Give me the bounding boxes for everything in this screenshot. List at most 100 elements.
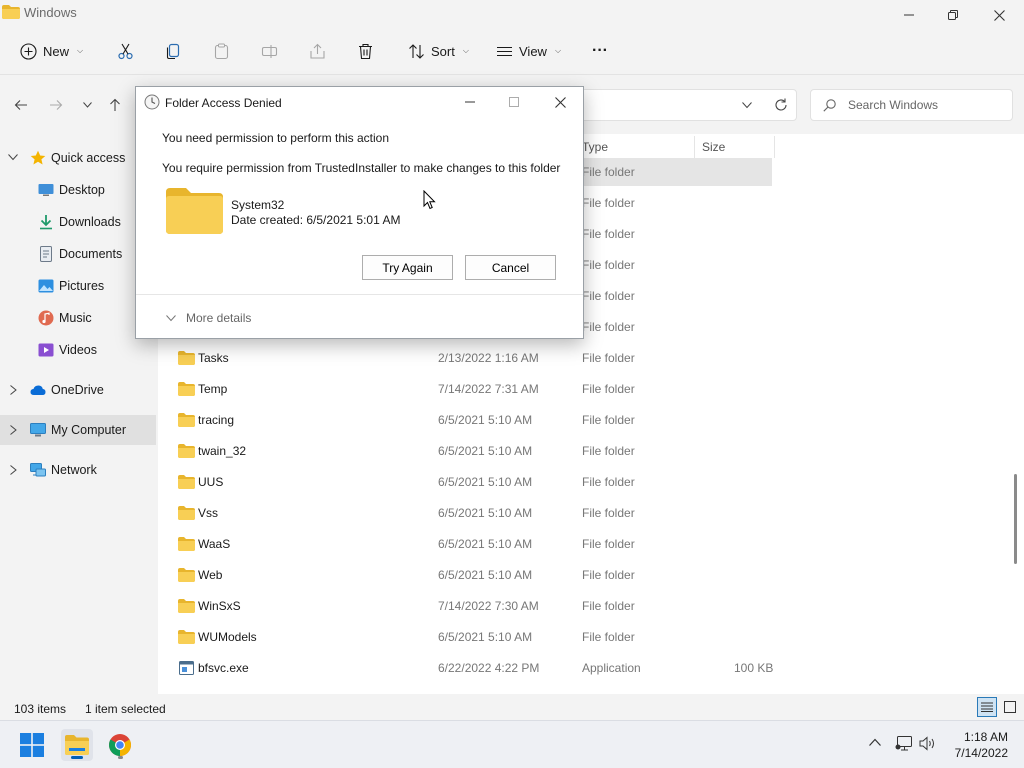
table-row[interactable]: twain_32 6/5/2021 5:10 AM File folder <box>166 437 772 465</box>
forward-button[interactable] <box>44 93 68 117</box>
table-row[interactable]: Web 6/5/2021 5:10 AM File folder <box>166 561 772 589</box>
volume-icon[interactable] <box>919 736 937 751</box>
music-icon <box>38 310 54 326</box>
rename-button[interactable] <box>261 36 278 66</box>
folder-access-denied-dialog: Folder Access Denied You need permission… <box>135 86 584 339</box>
sidebar-item-videos[interactable]: Videos <box>0 335 156 365</box>
try-again-button[interactable]: Try Again <box>362 255 453 280</box>
file-name: bfsvc.exe <box>198 661 249 675</box>
restore-button[interactable] <box>930 2 976 28</box>
new-button[interactable]: New ⌵ <box>20 36 83 66</box>
chevron-down-icon: ⌵ <box>462 46 469 55</box>
file-explorer-taskbar-button[interactable] <box>61 729 93 761</box>
file-type: File folder <box>582 320 635 334</box>
scissors-icon <box>118 43 133 59</box>
chevron-down-icon[interactable] <box>8 154 18 161</box>
more-details-label: More details <box>186 311 252 325</box>
cut-button[interactable] <box>117 36 134 66</box>
maximize-icon <box>509 97 519 107</box>
dialog-date-created: Date created: 6/5/2021 5:01 AM <box>231 213 401 227</box>
table-row[interactable]: Vss 6/5/2021 5:10 AM File folder <box>166 499 772 527</box>
delete-button[interactable] <box>357 36 374 66</box>
minimize-icon <box>465 101 475 103</box>
file-type: File folder <box>582 196 635 210</box>
details-view-icon <box>981 702 993 712</box>
sort-button[interactable]: Sort ⌵ <box>408 36 469 66</box>
copy-button[interactable] <box>165 36 182 66</box>
file-size: 100 KB <box>734 661 774 675</box>
more-options-button[interactable]: ··· <box>592 36 608 66</box>
details-view-button[interactable] <box>977 697 997 717</box>
sidebar-item-quick-access[interactable]: Quick access <box>0 143 156 173</box>
chevron-right-icon[interactable] <box>10 385 17 395</box>
running-indicator <box>118 756 123 759</box>
cancel-button[interactable]: Cancel <box>465 255 556 280</box>
sidebar-item-pictures[interactable]: Pictures <box>0 271 156 301</box>
desktop-icon <box>38 184 54 196</box>
recent-locations-button[interactable] <box>75 93 99 117</box>
search-input[interactable]: Search Windows <box>810 89 1013 121</box>
start-button[interactable] <box>16 729 48 761</box>
file-date: 6/5/2021 5:10 AM <box>438 475 533 489</box>
dialog-maximize-button[interactable] <box>494 91 534 113</box>
close-icon <box>554 96 566 108</box>
table-row[interactable]: Tasks 2/13/2022 1:16 AM File folder <box>166 344 772 372</box>
up-button[interactable] <box>103 93 127 117</box>
chevron-right-icon[interactable] <box>10 425 17 435</box>
paste-icon <box>214 43 229 59</box>
table-row[interactable]: WaaS 6/5/2021 5:10 AM File folder <box>166 530 772 558</box>
tiles-view-button[interactable] <box>1000 697 1020 717</box>
dialog-close-button[interactable] <box>540 91 580 113</box>
table-row[interactable]: bfsvc.exe 6/22/2022 4:22 PM Application 100… <box>166 654 774 682</box>
view-button[interactable]: View ⌵ <box>496 36 561 66</box>
clock[interactable]: 1:18 AM 7/14/2022 <box>944 729 1008 761</box>
sidebar-item-my-computer[interactable]: My Computer <box>0 415 156 445</box>
table-row[interactable]: Temp 7/14/2022 7:31 AM File folder <box>166 375 772 403</box>
tiles-view-icon <box>1004 701 1016 713</box>
back-button[interactable] <box>9 93 33 117</box>
table-row[interactable]: UUS 6/5/2021 5:10 AM File folder <box>166 468 772 496</box>
sidebar-item-desktop[interactable]: Desktop <box>0 175 156 205</box>
file-date: 6/5/2021 5:10 AM <box>438 568 533 582</box>
dialog-title-bar[interactable]: Folder Access Denied <box>136 87 583 117</box>
table-row[interactable]: WinSxS 7/14/2022 7:30 AM File folder <box>166 592 772 620</box>
file-name: Vss <box>198 506 219 520</box>
sidebar-item-label: Videos <box>59 343 97 357</box>
close-button[interactable] <box>976 2 1022 28</box>
column-divider[interactable] <box>694 136 695 158</box>
column-divider[interactable] <box>774 136 775 158</box>
sidebar-item-documents[interactable]: Documents <box>0 239 156 269</box>
search-placeholder: Search Windows <box>848 98 939 112</box>
clock-date: 7/14/2022 <box>954 746 1008 760</box>
paste-button[interactable] <box>213 36 230 66</box>
sidebar-item-music[interactable]: Music <box>0 303 156 333</box>
sidebar-item-network[interactable]: Network <box>0 455 156 485</box>
view-label: View <box>519 43 547 59</box>
column-header-type[interactable]: Type <box>582 136 608 158</box>
close-icon <box>993 9 1005 21</box>
chevron-down-icon[interactable] <box>742 102 752 109</box>
table-row[interactable]: tracing 6/5/2021 5:10 AM File folder <box>166 406 772 434</box>
vertical-scrollbar[interactable] <box>1014 474 1017 564</box>
more-details-toggle[interactable]: More details <box>166 311 251 325</box>
sidebar-item-onedrive[interactable]: OneDrive <box>0 375 156 405</box>
windows-logo-icon <box>20 733 44 757</box>
share-button[interactable] <box>309 36 326 66</box>
file-date: 6/5/2021 5:10 AM <box>438 537 533 551</box>
more-options-label: ··· <box>592 42 608 59</box>
column-header-size[interactable]: Size <box>702 136 725 158</box>
chevron-up-icon[interactable] <box>869 738 881 746</box>
sidebar-item-downloads[interactable]: Downloads <box>0 207 156 237</box>
network-tray-icon[interactable] <box>895 736 912 751</box>
table-row[interactable]: WUModels 6/5/2021 5:10 AM File folder <box>166 623 772 651</box>
chevron-down-icon: ⌵ <box>77 46 84 55</box>
chevron-down-icon <box>166 314 176 321</box>
item-count: 103 items <box>14 702 67 716</box>
dialog-minimize-button[interactable] <box>450 91 490 113</box>
refresh-icon[interactable] <box>774 98 788 112</box>
address-field[interactable] <box>575 89 797 121</box>
minimize-button[interactable] <box>886 2 932 28</box>
chrome-taskbar-button[interactable] <box>104 729 136 761</box>
chevron-right-icon[interactable] <box>10 465 17 475</box>
copy-icon <box>166 43 180 59</box>
